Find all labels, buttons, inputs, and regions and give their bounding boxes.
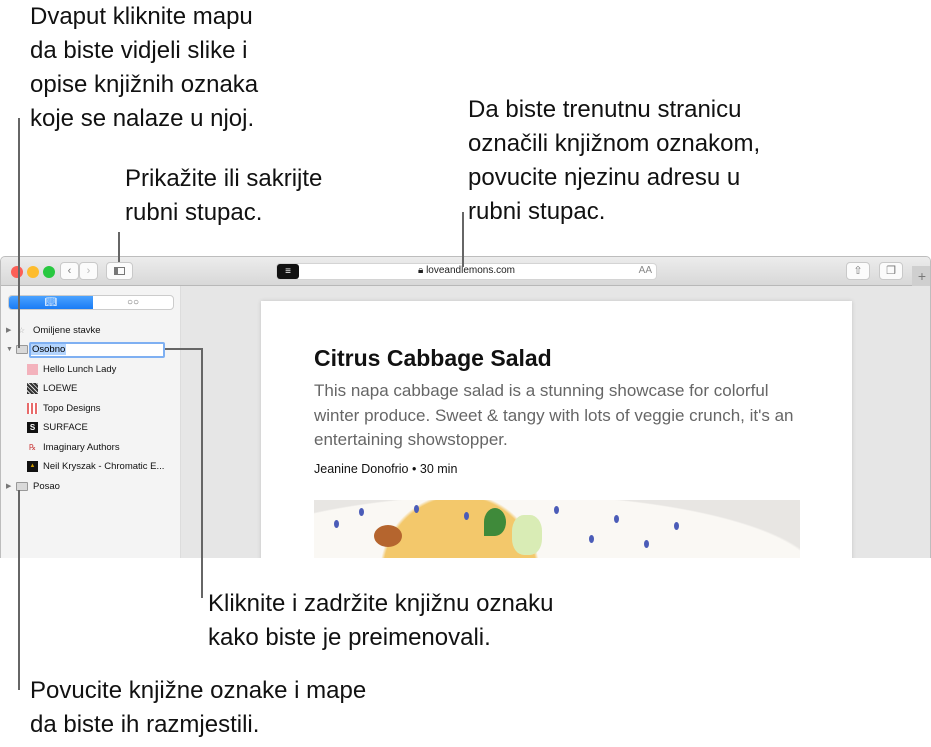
topo-designs-favicon [27,403,38,414]
callout-arrange: Povucite knjižne oznake i mape da biste … [30,677,367,738]
bookmark-item[interactable]: Hello Lunch Lady [1,360,181,379]
article-meta: Jeanine Donofrio • 30 min [314,462,458,476]
bookmark-item[interactable]: S SURFACE [1,418,181,437]
article-description: This napa cabbage salad is a stunning sh… [314,381,794,449]
favorites-label: Omiljene stavke [33,325,101,336]
chevron-left-icon: ‹ [67,265,72,277]
minimize-button[interactable] [27,266,39,278]
rename-field[interactable]: Osobno [29,342,165,358]
neil-kryszak-favicon: ▲ [27,461,38,472]
surface-favicon: S [27,422,38,433]
disclosure-right-icon[interactable]: ▶ [6,321,11,340]
address-bar[interactable]: ≡ 🔒︎ loveandlemons.com AA [276,263,657,280]
forward-button[interactable]: › [79,262,98,280]
zoom-button[interactable] [43,266,55,278]
article-photo [314,500,800,558]
callout-line [18,118,20,348]
folder-posao[interactable]: ▶ Posao [1,477,181,496]
reader-article: Citrus Cabbage Salad This napa cabbage s… [261,301,852,558]
hello-lunch-lady-favicon [27,364,38,375]
chevron-right-icon: › [86,265,91,277]
callout-sidebar-toggle: Prikažite ili sakrijte rubni stupac. [125,165,323,226]
imaginary-authors-favicon: ℞ [28,443,37,452]
bookmark-item[interactable]: Topo Designs [1,399,181,418]
share-icon: ⇧ [853,265,863,277]
share-button[interactable]: ⇧ [846,262,870,280]
loewe-favicon [27,383,38,394]
plus-icon: + [917,268,927,284]
toolbar: ‹ › ≡ 🔒︎ loveandlemons.com AA ⇧ ❐ + [1,257,930,286]
callout-rename: Kliknite i zadržite knjižnu oznaku kako … [208,590,554,651]
new-tab-button[interactable]: + [912,266,930,286]
bookmark-item[interactable]: ▲ Neil Kryszak - Chromatic E... [1,457,181,476]
callout-line [462,212,464,267]
lock-icon: 🔒︎ [417,265,424,276]
bookmark-item[interactable]: LOEWE [1,379,181,398]
url-text: loveandlemons.com [426,265,516,276]
sidebar-icon [114,267,125,275]
article-title: Citrus Cabbage Salad [314,345,552,371]
tabs-button[interactable]: ❐ [879,262,903,280]
safari-window: ‹ › ≡ 🔒︎ loveandlemons.com AA ⇧ ❐ + 📖︎ ○… [0,256,931,558]
disclosure-down-icon[interactable]: ▼ [6,340,13,359]
text-size-button[interactable]: AA [639,265,652,276]
callout-line [201,348,203,598]
book-icon[interactable]: 📖︎ [9,296,93,309]
callout-line [18,490,20,690]
sidebar-tabs: 📖︎ ○○ [8,295,174,310]
callout-folder: Dvaput kliknite mapu da biste vidjeli sl… [30,3,259,132]
callout-line [118,232,120,262]
favorites-folder[interactable]: ▶ ☆ Omiljene stavke [1,321,181,340]
sidebar-toggle-button[interactable] [106,262,133,280]
glasses-icon[interactable]: ○○ [93,296,173,309]
callout-address: Da biste trenutnu stranicu označili knji… [468,96,761,225]
back-button[interactable]: ‹ [60,262,79,280]
disclosure-right-icon[interactable]: ▶ [6,477,11,496]
tabs-icon: ❐ [886,265,896,277]
author: Jeanine Donofrio [314,462,409,476]
sidebar: 📖︎ ○○ ▶ ☆ Omiljene stavke ▼ Osobno Hello… [1,286,181,558]
bookmark-item[interactable]: ℞ Imaginary Authors [1,438,181,457]
close-button[interactable] [11,266,23,278]
callout-line [165,348,203,350]
read-time: 30 min [419,462,458,476]
